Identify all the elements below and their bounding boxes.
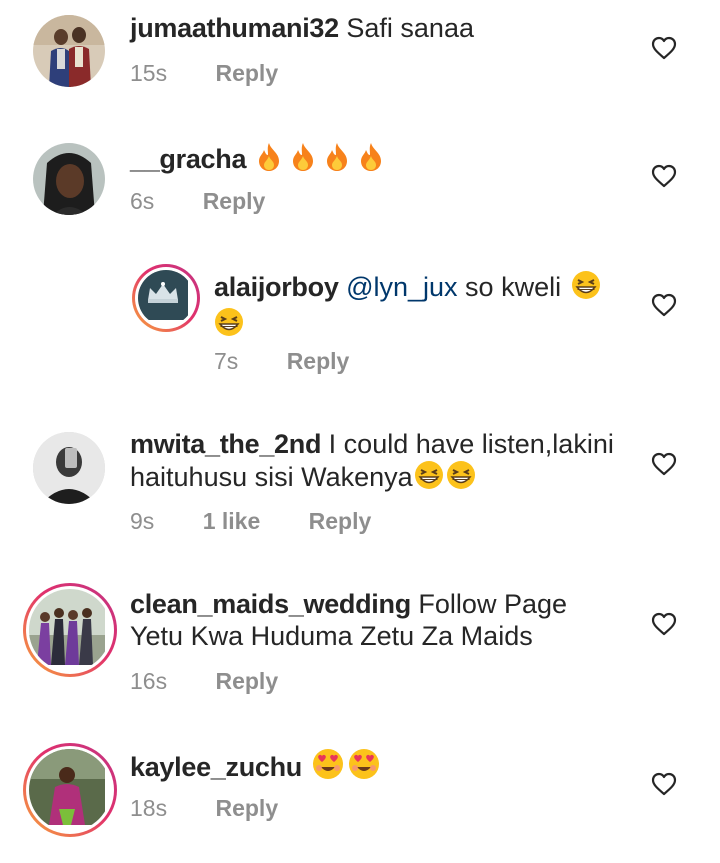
comment-meta: 18s Reply	[130, 795, 278, 822]
comment-text: alaijorboy @lyn_jux so kweli	[214, 270, 609, 344]
comment-text: kaylee_zuchu	[130, 748, 630, 787]
comment-time: 6s	[130, 188, 155, 214]
comment-time: 16s	[130, 668, 168, 694]
comment-meta: 6s Reply	[130, 188, 265, 215]
reply-button[interactable]: Reply	[287, 348, 350, 374]
avatar[interactable]	[132, 264, 200, 332]
comment-text: mwita_the_2nd I could have listen,lakini…	[130, 428, 630, 497]
comment-username[interactable]: jumaathumani32	[130, 13, 339, 43]
reply-button[interactable]: Reply	[203, 188, 266, 214]
heart-outline-icon[interactable]	[651, 36, 677, 60]
avatar-photo	[33, 143, 105, 215]
comment-item: __gracha 6s Reply	[0, 130, 720, 240]
reply-button[interactable]: Reply	[215, 668, 278, 694]
grinning-squinting-emoji	[446, 460, 476, 497]
avatar[interactable]	[23, 583, 117, 677]
heart-eyes-emoji	[312, 748, 344, 787]
fire-emoji	[358, 142, 384, 179]
reply-button[interactable]: Reply	[215, 795, 278, 821]
avatar[interactable]	[23, 743, 117, 837]
avatar[interactable]	[33, 143, 105, 215]
likes-count[interactable]: 1 like	[203, 508, 261, 534]
avatar[interactable]	[33, 15, 105, 87]
reply-comment-item: alaijorboy @lyn_jux so kweli 7s Reply	[0, 258, 720, 398]
avatar-photo	[29, 749, 105, 825]
grinning-squinting-emoji	[414, 460, 444, 497]
avatar-photo	[138, 270, 188, 320]
comment-username[interactable]: clean_maids_wedding	[130, 589, 411, 619]
comment-time: 15s	[130, 60, 168, 86]
comment-time: 9s	[130, 508, 155, 534]
comment-body: Safi sanaa	[346, 13, 474, 43]
fire-emoji	[256, 142, 282, 179]
avatar-photo	[33, 432, 105, 504]
fire-emoji	[324, 142, 350, 179]
comment-body: so kweli	[465, 272, 562, 302]
avatar[interactable]	[33, 432, 105, 504]
comment-item: clean_maids_wedding Follow Page Yetu Kwa…	[0, 578, 720, 718]
comment-text: __gracha	[130, 142, 630, 179]
comment-time: 7s	[214, 348, 239, 374]
heart-outline-icon[interactable]	[651, 772, 677, 796]
comment-item: jumaathumani32 Safi sanaa 15s Reply	[0, 0, 720, 120]
comment-text: clean_maids_wedding Follow Page Yetu Kwa…	[130, 588, 610, 652]
comment-username[interactable]: kaylee_zuchu	[130, 752, 302, 782]
comment-item: mwita_the_2nd I could have listen,lakini…	[0, 418, 720, 558]
heart-eyes-emoji	[348, 748, 380, 787]
comment-meta: 9s 1 like Reply	[130, 508, 371, 535]
comment-meta: 16s Reply	[130, 668, 278, 695]
comment-meta: 7s Reply	[214, 348, 349, 375]
grinning-squinting-emoji	[571, 270, 601, 307]
comment-username[interactable]: mwita_the_2nd	[130, 429, 321, 459]
comment-username[interactable]: alaijorboy	[214, 272, 339, 302]
avatar-photo	[29, 589, 105, 665]
heart-outline-icon[interactable]	[651, 612, 677, 636]
comment-text: jumaathumani32 Safi sanaa	[130, 12, 630, 44]
mention-link[interactable]: @lyn_jux	[346, 272, 457, 302]
comment-meta: 15s Reply	[130, 60, 278, 87]
fire-emoji	[290, 142, 316, 179]
heart-outline-icon[interactable]	[651, 293, 677, 317]
reply-button[interactable]: Reply	[215, 60, 278, 86]
comment-item: kaylee_zuchu 18s Reply	[0, 738, 720, 863]
heart-outline-icon[interactable]	[651, 164, 677, 188]
grinning-squinting-emoji	[214, 307, 244, 344]
comment-time: 18s	[130, 795, 168, 821]
avatar-photo	[33, 15, 105, 87]
reply-button[interactable]: Reply	[309, 508, 372, 534]
comment-username[interactable]: __gracha	[130, 144, 246, 174]
heart-outline-icon[interactable]	[651, 452, 677, 476]
